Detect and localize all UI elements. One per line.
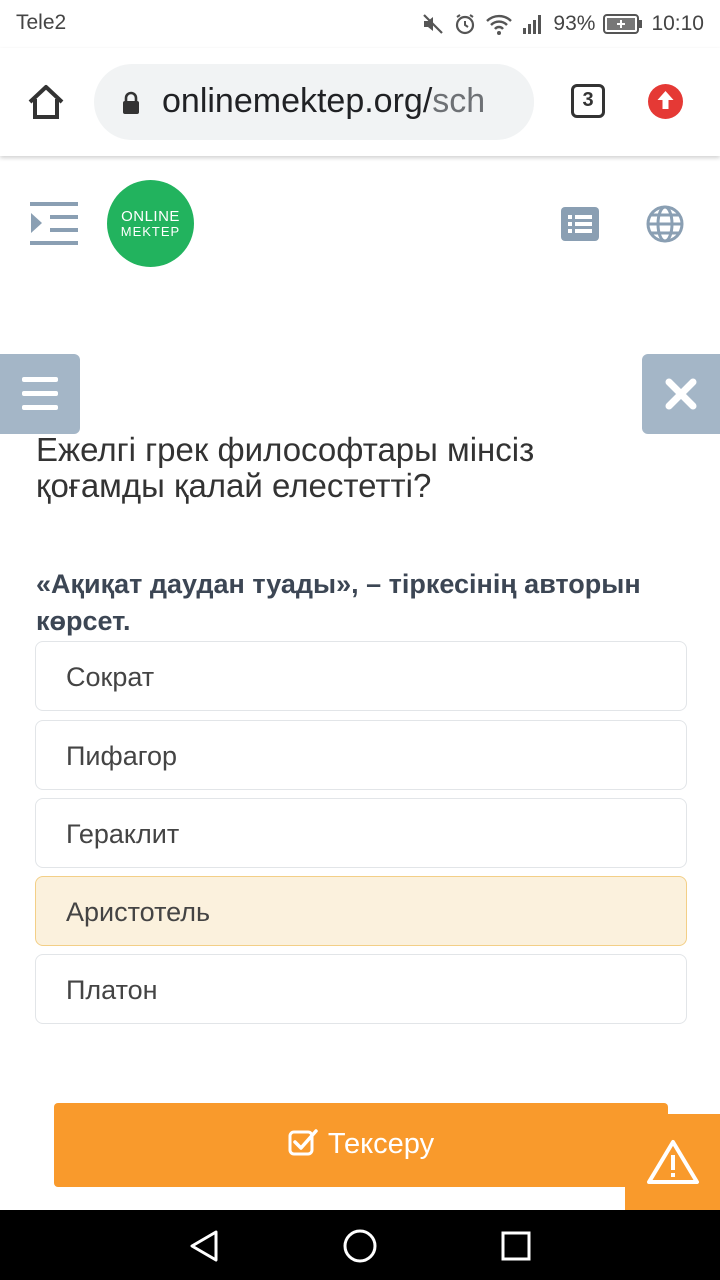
option-label: Аристотель bbox=[66, 897, 211, 927]
clock: 10:10 bbox=[651, 12, 704, 35]
square-icon bbox=[501, 1231, 531, 1261]
carrier-name: Tele2 bbox=[16, 11, 67, 34]
home-icon bbox=[28, 85, 64, 119]
tab-switcher-button[interactable]: 3 bbox=[571, 84, 605, 118]
status-icons: 93% 10:10 bbox=[421, 9, 704, 39]
recents-button[interactable] bbox=[498, 1228, 534, 1264]
alarm-icon bbox=[456, 14, 475, 35]
option-label: Гераклит bbox=[66, 819, 180, 849]
answer-option[interactable]: Пифагор bbox=[35, 720, 687, 790]
wifi-icon bbox=[486, 14, 513, 35]
menu-bar bbox=[22, 391, 58, 396]
warning-icon bbox=[647, 1140, 699, 1184]
lock-icon bbox=[123, 91, 139, 114]
answer-option[interactable]: Платон bbox=[35, 954, 687, 1024]
back-icon bbox=[190, 1230, 218, 1262]
answer-option-selected[interactable]: Аристотель bbox=[35, 876, 687, 946]
url-fade bbox=[494, 64, 534, 140]
check-answer-button[interactable]: Тексеру bbox=[54, 1103, 668, 1187]
back-button[interactable] bbox=[186, 1228, 222, 1264]
option-label: Сократ bbox=[66, 662, 155, 692]
status-bar: Tele2 93% 10:10 bbox=[0, 0, 720, 48]
answer-option[interactable]: Гераклит bbox=[35, 798, 687, 868]
question-title: Ежелгі грек философтары мінсіз қоғамды қ… bbox=[36, 431, 535, 504]
close-button[interactable] bbox=[642, 354, 720, 434]
sidebar-toggle-button[interactable] bbox=[30, 200, 78, 246]
check-button-content: Тексеру bbox=[54, 1128, 668, 1161]
mute-icon bbox=[423, 14, 444, 34]
checkbox-icon bbox=[288, 1129, 318, 1156]
url-main: onlinemektep.org/ bbox=[162, 82, 433, 120]
address-bar[interactable]: onlinemektep.org/sch bbox=[94, 64, 534, 140]
home-nav-button[interactable] bbox=[342, 1228, 378, 1264]
menu-bar bbox=[22, 377, 58, 382]
site-logo[interactable]: ONLINE MEKTEP bbox=[107, 180, 194, 267]
battery-icon bbox=[603, 14, 643, 34]
browser-toolbar: onlinemektep.org/sch 3 bbox=[0, 48, 720, 156]
system-nav-bar bbox=[0, 1210, 720, 1280]
update-button[interactable] bbox=[648, 84, 683, 119]
home-button[interactable] bbox=[24, 80, 68, 124]
option-label: Платон bbox=[66, 975, 158, 1005]
menu-button[interactable] bbox=[0, 354, 80, 434]
circle-icon bbox=[343, 1229, 377, 1263]
close-icon bbox=[665, 378, 697, 410]
report-problem-button[interactable] bbox=[625, 1114, 720, 1210]
arrow-up-icon bbox=[657, 91, 674, 109]
check-button-label: Тексеру bbox=[327, 1128, 435, 1160]
logo-line1: ONLINE bbox=[121, 208, 180, 225]
globe-icon bbox=[646, 205, 684, 243]
list-view-button[interactable] bbox=[561, 207, 599, 241]
answer-option[interactable]: Сократ bbox=[35, 641, 687, 711]
language-button[interactable] bbox=[646, 205, 684, 243]
url-rest: sch bbox=[432, 82, 486, 120]
question-text: «Ақиқат даудан туады», – тіркесінің авто… bbox=[36, 569, 641, 636]
logo-line2: MEKTEP bbox=[120, 224, 181, 239]
list-icon bbox=[561, 207, 599, 241]
option-label: Пифагор bbox=[66, 741, 178, 771]
url-text: onlinemektep.org/sch bbox=[162, 82, 485, 121]
signal-icon bbox=[523, 15, 542, 34]
battery-percent: 93% bbox=[553, 12, 596, 35]
menu-bar bbox=[22, 405, 58, 410]
indent-icon bbox=[30, 202, 78, 245]
